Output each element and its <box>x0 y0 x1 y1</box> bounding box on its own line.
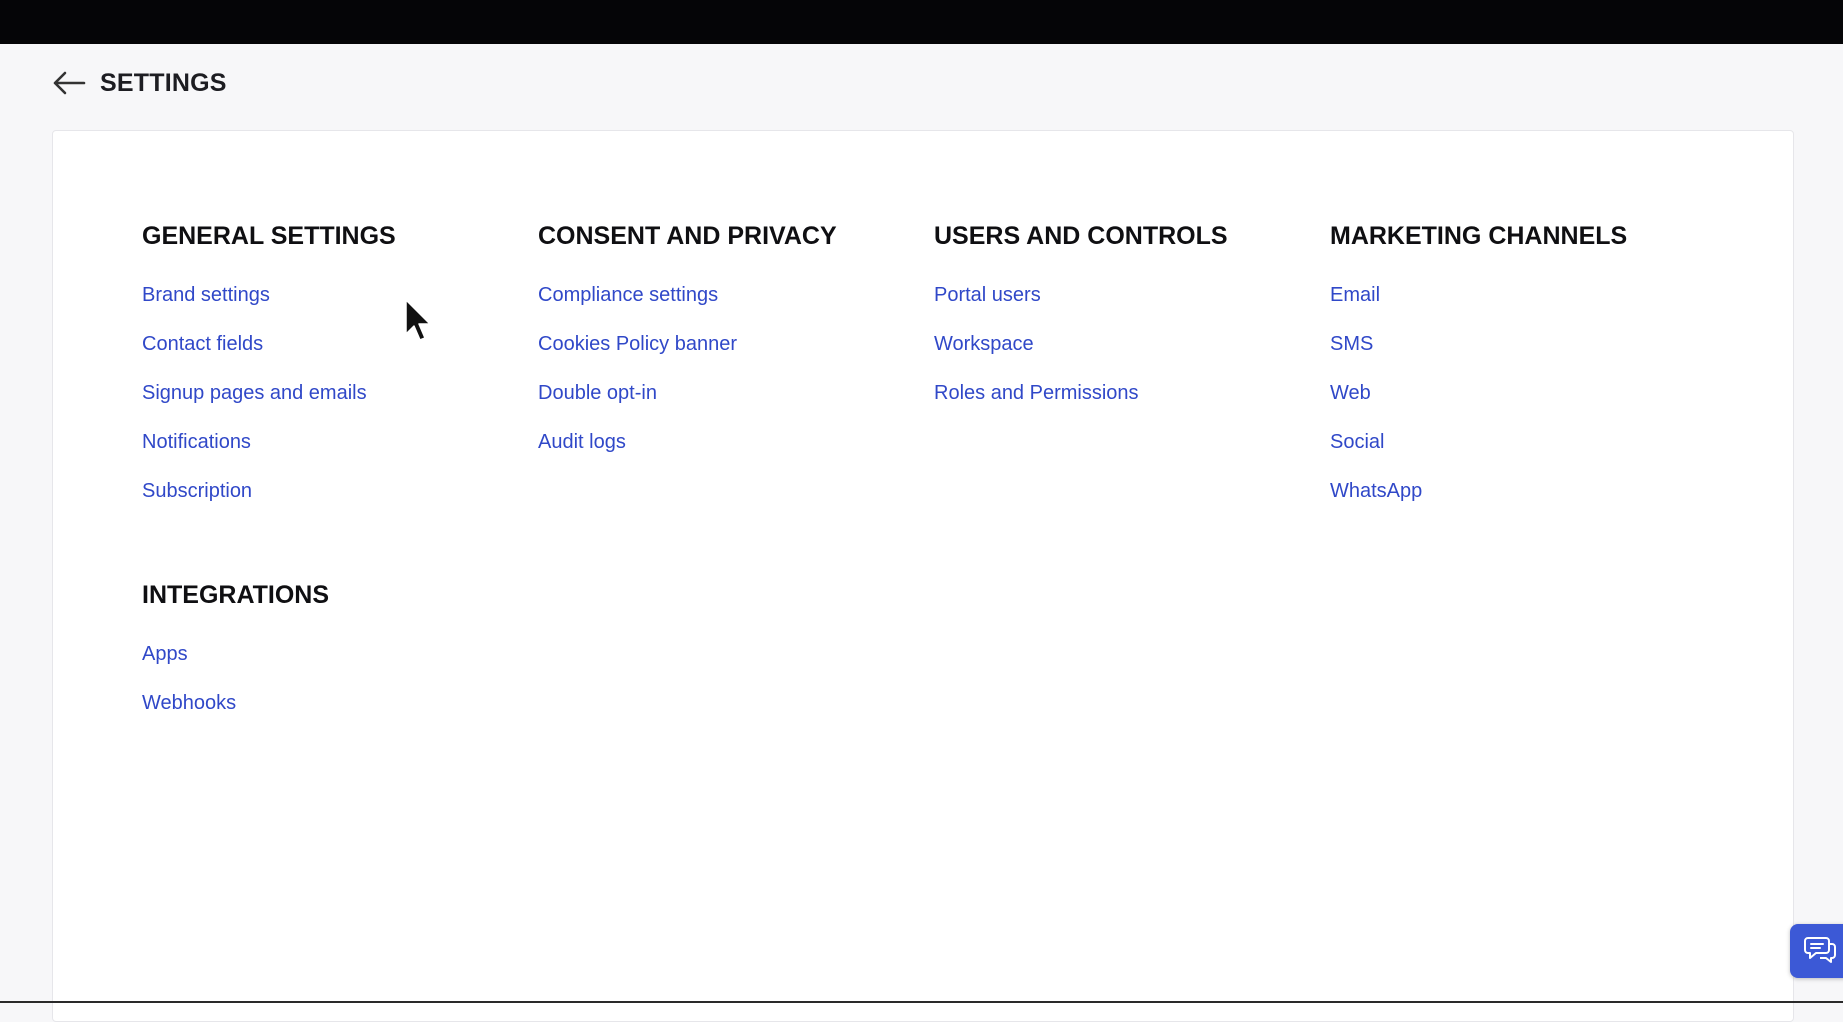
link-workspace[interactable]: Workspace <box>934 333 1034 355</box>
link-notifications[interactable]: Notifications <box>142 431 251 453</box>
section-integrations: INTEGRATIONS Apps Webhooks <box>142 578 522 728</box>
link-audit-logs[interactable]: Audit logs <box>538 431 626 453</box>
link-portal-users[interactable]: Portal users <box>934 284 1041 306</box>
section-users-and-controls: USERS AND CONTROLS Portal users Workspac… <box>934 219 1314 418</box>
chat-bubbles-icon <box>1803 934 1837 969</box>
link-brand-settings[interactable]: Brand settings <box>142 284 270 306</box>
settings-card: GENERAL SETTINGS Brand settings Contact … <box>52 130 1794 1022</box>
back-arrow-icon[interactable] <box>50 64 88 102</box>
section-title-general-settings: GENERAL SETTINGS <box>142 222 396 250</box>
link-roles-and-permissions[interactable]: Roles and Permissions <box>934 382 1139 404</box>
chat-support-button[interactable] <box>1790 924 1843 978</box>
section-consent-and-privacy: CONSENT AND PRIVACY Compliance settings … <box>538 219 918 467</box>
section-marketing-channels: MARKETING CHANNELS Email SMS Web Social … <box>1330 219 1710 516</box>
link-subscription[interactable]: Subscription <box>142 480 252 502</box>
link-cookies-policy-banner[interactable]: Cookies Policy banner <box>538 333 737 355</box>
link-sms[interactable]: SMS <box>1330 333 1373 355</box>
section-general-settings: GENERAL SETTINGS Brand settings Contact … <box>142 219 522 516</box>
link-compliance-settings[interactable]: Compliance settings <box>538 284 718 306</box>
link-web[interactable]: Web <box>1330 382 1371 404</box>
section-title-marketing-channels: MARKETING CHANNELS <box>1330 222 1628 250</box>
link-social[interactable]: Social <box>1330 431 1384 453</box>
link-contact-fields[interactable]: Contact fields <box>142 333 263 355</box>
link-apps[interactable]: Apps <box>142 643 188 665</box>
link-double-opt-in[interactable]: Double opt-in <box>538 382 657 404</box>
section-title-integrations: INTEGRATIONS <box>142 581 330 609</box>
section-title-consent-and-privacy: CONSENT AND PRIVACY <box>538 222 837 250</box>
page-title: SETTINGS <box>100 68 227 97</box>
section-title-users-and-controls: USERS AND CONTROLS <box>934 222 1228 250</box>
top-bar <box>0 0 1843 44</box>
page-header: SETTINGS <box>50 62 227 104</box>
link-whatsapp[interactable]: WhatsApp <box>1330 480 1422 502</box>
link-email[interactable]: Email <box>1330 284 1380 306</box>
link-webhooks[interactable]: Webhooks <box>142 692 236 714</box>
link-signup-pages-and-emails[interactable]: Signup pages and emails <box>142 382 367 404</box>
